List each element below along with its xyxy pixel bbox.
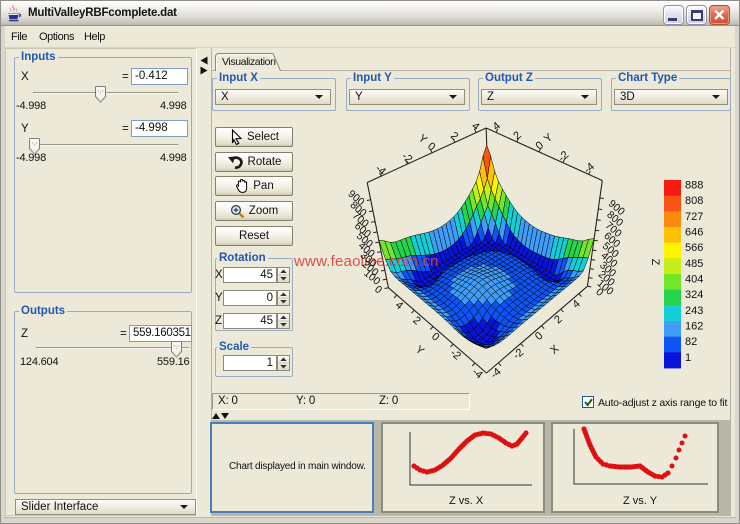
- svg-text:4: 4: [570, 298, 582, 311]
- svg-text:888: 888: [685, 180, 703, 192]
- svg-text:Z vs. X: Z vs. X: [449, 495, 484, 507]
- svg-text:324: 324: [685, 289, 703, 301]
- svg-text:808: 808: [685, 195, 703, 207]
- svg-text:1: 1: [685, 352, 691, 364]
- svg-text:X: X: [548, 343, 562, 357]
- svg-text:-4: -4: [373, 162, 388, 177]
- svg-text:Y: Y: [413, 344, 427, 358]
- svg-text:0: 0: [429, 331, 441, 344]
- svg-text:162: 162: [685, 321, 703, 333]
- svg-text:-2: -2: [556, 149, 571, 164]
- svg-text:Y: Y: [542, 131, 556, 145]
- svg-text:0: 0: [533, 330, 545, 343]
- svg-text:-2: -2: [448, 347, 463, 362]
- svg-text:-4: -4: [582, 161, 597, 176]
- svg-text:4: 4: [393, 299, 405, 312]
- svg-text:2: 2: [410, 314, 422, 327]
- svg-text:485: 485: [685, 258, 703, 270]
- svg-text:-4: -4: [470, 366, 485, 381]
- svg-text:727: 727: [685, 211, 703, 223]
- svg-text:Z vs. Y: Z vs. Y: [623, 495, 658, 507]
- svg-text:Y: Y: [416, 132, 430, 146]
- svg-text:404: 404: [685, 274, 703, 286]
- svg-text:-4: -4: [488, 366, 503, 381]
- svg-text:646: 646: [685, 227, 703, 239]
- svg-text:566: 566: [685, 242, 703, 254]
- svg-text:Z: Z: [649, 259, 661, 266]
- svg-text:82: 82: [685, 336, 697, 348]
- svg-text:-2: -2: [399, 150, 414, 165]
- svg-text:-2: -2: [511, 347, 526, 362]
- svg-text:243: 243: [685, 305, 703, 317]
- svg-text:2: 2: [552, 313, 564, 326]
